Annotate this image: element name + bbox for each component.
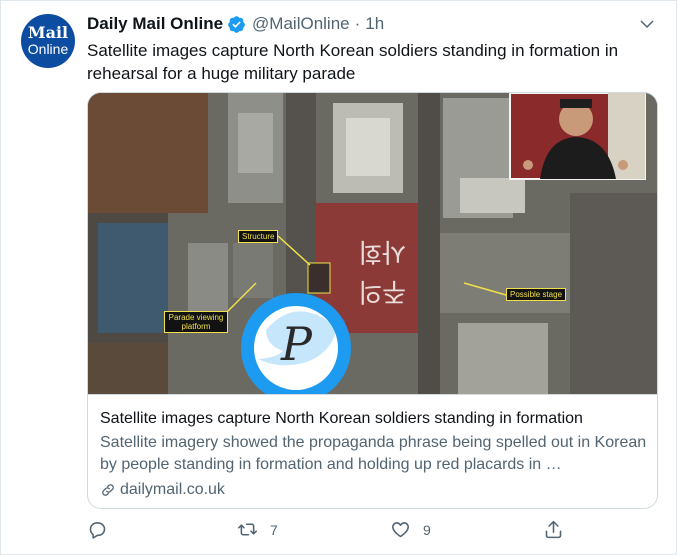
- avatar-logo-line2: Online: [27, 41, 69, 57]
- tweet[interactable]: Mail Online Daily Mail Online @MailOnlin…: [0, 0, 677, 555]
- retweet-icon: [237, 523, 258, 536]
- card-title: Satellite images capture North Korean so…: [100, 410, 583, 427]
- avatar-logo-line1: Mail: [27, 23, 69, 42]
- retweet-button[interactable]: 7: [237, 519, 278, 540]
- heart-icon: [392, 522, 409, 538]
- card-domain: dailymail.co.uk: [100, 479, 225, 501]
- tweet-text: Satellite images capture North Korean so…: [87, 41, 619, 83]
- image-label-parade-viewing-platform: Parade viewing platform: [164, 311, 228, 333]
- action-bar: 7 9: [87, 519, 647, 545]
- like-button[interactable]: 9: [390, 519, 431, 540]
- card-domain-text: dailymail.co.uk: [120, 481, 225, 498]
- like-count: 9: [423, 521, 431, 538]
- share-icon: [545, 520, 562, 539]
- retweet-count: 7: [270, 521, 278, 538]
- share-button[interactable]: [543, 519, 564, 540]
- svg-text:주의: 주의: [358, 276, 406, 306]
- satellite-image-illustration: 사회 주의: [88, 93, 657, 394]
- tweet-header: Daily Mail Online @MailOnline · 1h: [87, 13, 384, 35]
- author-name[interactable]: Daily Mail Online: [87, 14, 223, 34]
- watermark-letter: P: [281, 317, 312, 371]
- svg-text:사회: 사회: [358, 236, 406, 266]
- author-handle[interactable]: @MailOnline: [252, 14, 350, 34]
- separator-dot: ·: [354, 14, 361, 33]
- tweet-timestamp[interactable]: 1h: [365, 14, 384, 34]
- chevron-down-icon[interactable]: [638, 15, 656, 33]
- card-body[interactable]: Satellite images capture North Korean so…: [88, 394, 657, 508]
- verified-badge-icon: [228, 15, 245, 33]
- reply-icon: [89, 522, 106, 539]
- link-icon: [102, 484, 114, 496]
- image-label-possible-stage: Possible stage: [506, 288, 567, 301]
- reply-button[interactable]: [87, 519, 108, 540]
- card-description: Satellite imagery showed the propaganda …: [100, 434, 647, 473]
- image-label-structure: Structure: [238, 230, 279, 243]
- avatar[interactable]: Mail Online: [21, 14, 75, 68]
- link-card[interactable]: 사회 주의 Structure Parade viewing platform …: [87, 92, 658, 509]
- card-image[interactable]: 사회 주의 Structure Parade viewing platform …: [88, 93, 657, 394]
